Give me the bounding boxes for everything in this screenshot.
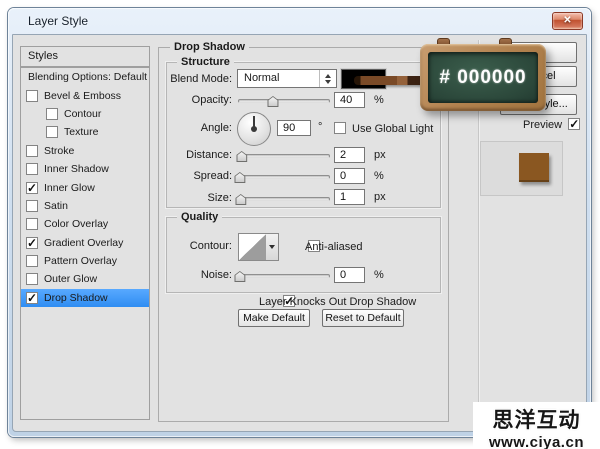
size-label: Size: [207, 192, 232, 204]
sidebar-item-label: Contour [64, 107, 102, 120]
slider-track [238, 175, 330, 179]
watermark-brand: 思洋互动 [492, 409, 581, 432]
noise-unit: % [374, 269, 384, 281]
style-checkbox[interactable] [26, 163, 38, 176]
blend-mode-label: Blend Mode: [170, 73, 232, 85]
blend-mode-select[interactable]: Normal [237, 69, 337, 88]
opacity-label: Opacity: [191, 94, 232, 106]
opacity-input[interactable] [334, 92, 365, 108]
style-checkbox[interactable] [26, 199, 38, 212]
sidebar-item-label: Inner Shadow [44, 163, 109, 176]
blend-mode-value: Normal [244, 72, 280, 84]
sidebar-item-label: Gradient Overlay [44, 236, 124, 249]
noise-input[interactable] [334, 267, 365, 283]
slider-track [238, 197, 330, 201]
size-input[interactable] [334, 189, 365, 205]
sidebar-item-color-overlay[interactable]: Color Overlay [21, 215, 149, 233]
slider-thumb[interactable] [236, 151, 248, 162]
preview-checkbox[interactable] [568, 117, 581, 131]
slider-track [238, 99, 330, 103]
sidebar-item-label: Pattern Overlay [44, 255, 117, 268]
preview-thumbnail [519, 153, 549, 182]
styles-header-label: Styles [28, 50, 58, 62]
style-checkbox[interactable] [26, 181, 38, 195]
anti-aliased-label: Anti-aliased [305, 241, 363, 253]
sidebar-item-label: Bevel & Emboss [44, 89, 122, 102]
style-checkbox[interactable] [46, 107, 58, 120]
sidebar-item-label: Outer Glow [44, 273, 98, 286]
contour-picker[interactable] [238, 233, 267, 261]
distance-label: Distance: [186, 149, 232, 161]
knockout-label: Layer Knocks Out Drop Shadow [259, 296, 417, 308]
sidebar-item-label: Color Overlay [44, 218, 109, 231]
style-checkbox[interactable] [26, 144, 38, 157]
chalkboard-overlay: # 000000 [420, 44, 546, 111]
spread-label: Spread: [193, 170, 232, 182]
make-default-button[interactable]: Make Default [238, 309, 310, 327]
sidebar-item-label: Drop Shadow [44, 291, 108, 304]
structure-legend: Structure [177, 56, 234, 68]
angle-label: Angle: [200, 122, 232, 134]
size-unit: px [374, 191, 386, 203]
noise-slider[interactable] [234, 270, 330, 283]
style-checkbox[interactable] [26, 291, 38, 305]
distance-input[interactable] [334, 147, 365, 163]
opacity-slider[interactable] [238, 95, 330, 108]
spread-slider[interactable] [234, 171, 330, 184]
watermark-url: www.ciya.cn [489, 434, 584, 449]
styles-header: Styles [20, 46, 150, 67]
sidebar-item-contour[interactable]: Contour [21, 105, 149, 123]
distance-slider[interactable] [236, 150, 330, 163]
style-checkbox[interactable] [46, 126, 58, 139]
screenshot-root: Layer Style ✕ Styles Blending Options: D… [0, 0, 600, 449]
slider-track [238, 154, 330, 158]
angle-dial[interactable] [237, 112, 271, 146]
sidebar-item-drop-shadow[interactable]: Drop Shadow [21, 288, 149, 308]
preview-label: Preview [523, 119, 563, 131]
reset-to-default-button[interactable]: Reset to Default [322, 309, 404, 327]
spread-input[interactable] [334, 168, 365, 184]
use-global-light-checkbox[interactable] [334, 122, 346, 134]
distance-unit: px [374, 149, 386, 161]
style-checkbox[interactable] [26, 218, 38, 231]
use-global-light-label: Use Global Light [352, 123, 434, 135]
opacity-unit: % [374, 94, 384, 106]
size-slider[interactable] [235, 193, 330, 206]
sidebar-item-pattern-overlay[interactable]: Pattern Overlay [21, 252, 149, 270]
angle-input[interactable] [277, 120, 311, 136]
slider-track [238, 274, 330, 278]
style-checkbox[interactable] [26, 89, 38, 102]
style-checkbox[interactable] [26, 236, 38, 250]
sidebar-item-label: Inner Glow [44, 181, 95, 194]
hex-color-annotation: # 000000 [439, 66, 527, 88]
contour-label: Contour: [189, 240, 232, 252]
angle-unit: ° [318, 121, 323, 133]
style-checkbox[interactable] [26, 273, 38, 286]
sidebar-item-label: Stroke [44, 144, 75, 157]
contour-dropdown-icon[interactable] [266, 233, 279, 261]
combo-arrows-icon [319, 70, 336, 87]
spread-unit: % [374, 170, 384, 182]
style-checkbox[interactable] [26, 255, 38, 268]
slider-thumb[interactable] [267, 96, 279, 107]
watermark: 思洋互动 www.ciya.cn [473, 402, 600, 449]
noise-label: Noise: [200, 269, 232, 281]
sidebar-item-label: Texture [64, 126, 99, 139]
panel-title: Drop Shadow [170, 41, 249, 53]
quality-legend: Quality [177, 211, 223, 223]
angle-hub [251, 126, 257, 132]
pointer-stick-icon [354, 76, 428, 85]
sidebar-item-label: Satin [44, 199, 68, 212]
chalkboard-surface: # 000000 [428, 52, 538, 103]
